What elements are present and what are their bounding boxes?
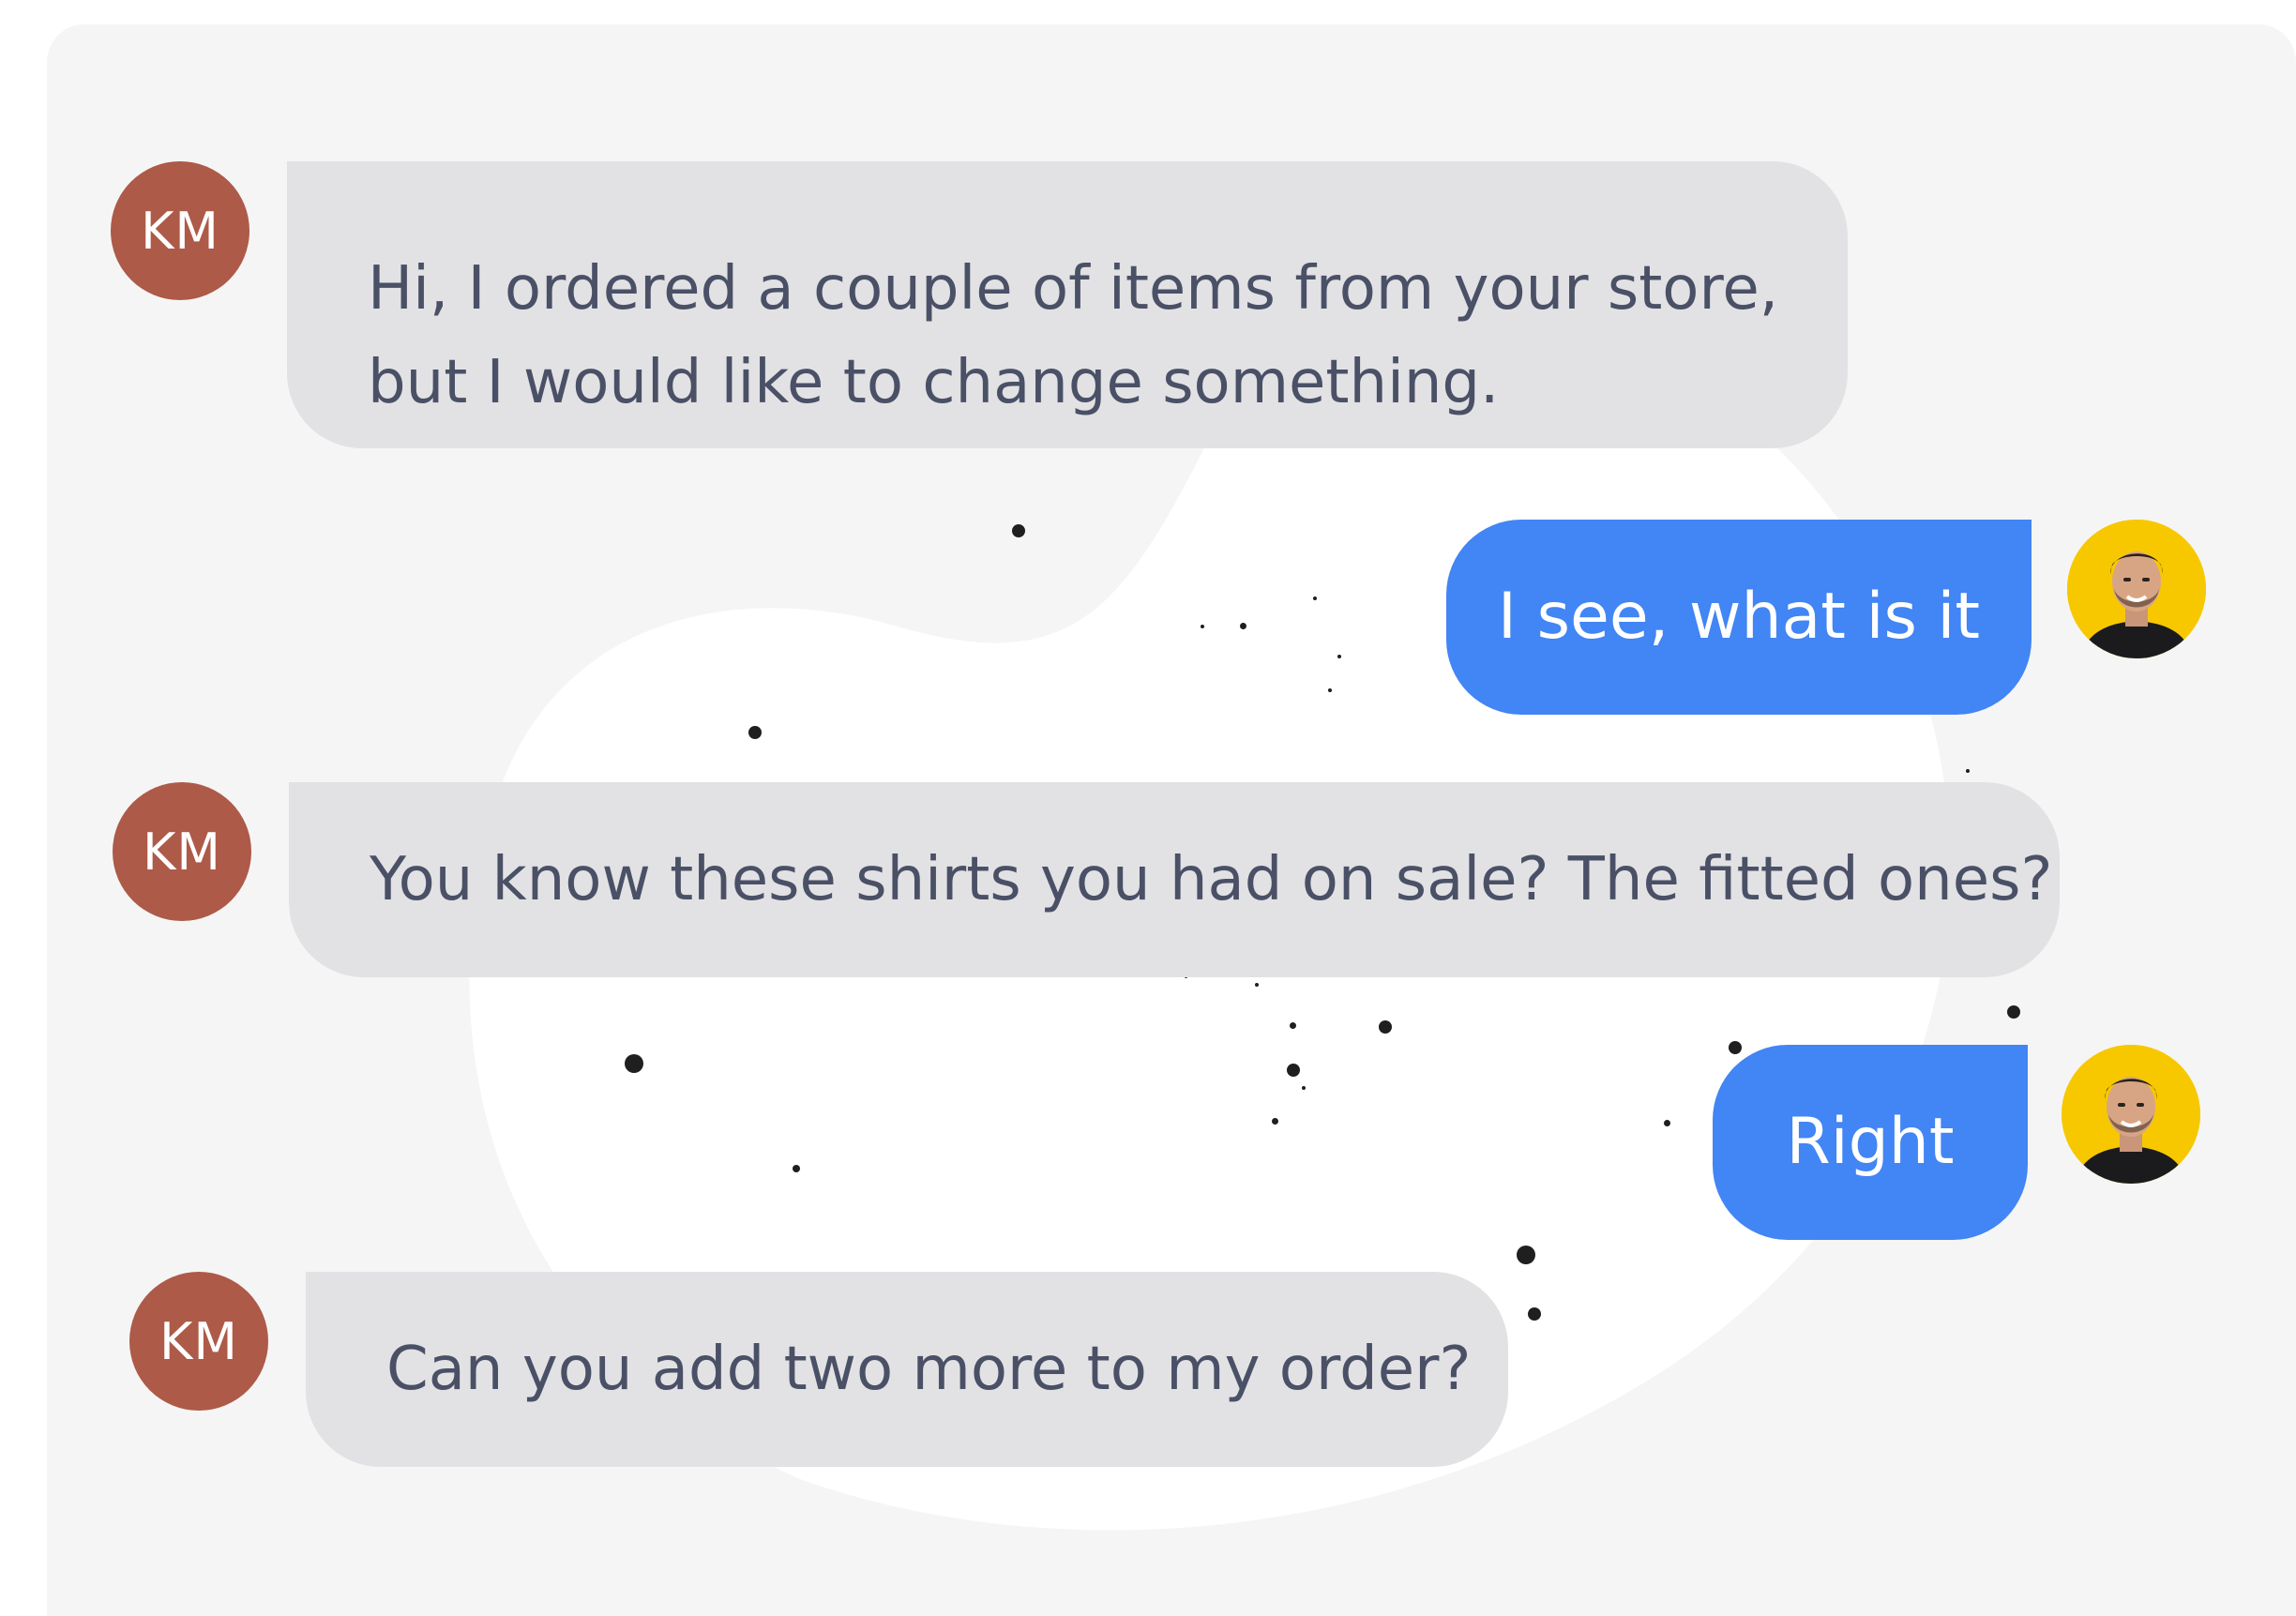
- message-text: Right: [1786, 1105, 1955, 1179]
- customer-message-bubble: Can you add two more to my order?: [306, 1272, 1508, 1467]
- decorative-dot: [1272, 1118, 1278, 1125]
- agent-message-bubble: Right: [1713, 1045, 2028, 1240]
- message-text: You know these shirts you had on sale? T…: [370, 845, 2053, 914]
- agent-message-bubble: I see, what is it: [1446, 520, 2032, 715]
- message-text-line: Hi, I ordered a couple of items from you…: [368, 254, 1779, 324]
- decorative-dot: [1240, 623, 1246, 629]
- customer-message-bubble: You know these shirts you had on sale? T…: [289, 782, 2060, 977]
- message-text: I see, what is it: [1497, 580, 1981, 654]
- decorative-dot: [1313, 597, 1317, 600]
- customer-avatar: KM: [113, 782, 251, 921]
- decorative-dot: [1201, 625, 1204, 628]
- decorative-dot: [1337, 655, 1341, 658]
- decorative-dot: [793, 1165, 800, 1172]
- customer-message-bubble: Hi, I ordered a couple of items from you…: [287, 161, 1848, 448]
- decorative-dot: [1328, 688, 1332, 692]
- decorative-dot: [1664, 1120, 1670, 1126]
- message-text-line: but I would like to change something.: [368, 348, 1500, 417]
- agent-avatar-photo-icon: [2067, 520, 2206, 658]
- decorative-dot: [1302, 1086, 1306, 1090]
- decorative-dot: [1729, 1041, 1742, 1054]
- customer-avatar: KM: [111, 161, 249, 300]
- decorative-dot: [1012, 524, 1025, 537]
- message-text: Can you add two more to my order?: [386, 1335, 1472, 1404]
- decorative-dot: [625, 1054, 643, 1073]
- decorative-dot: [1287, 1064, 1300, 1077]
- decorative-dot: [748, 726, 762, 739]
- decorative-dot: [1528, 1307, 1541, 1321]
- decorative-dot: [1379, 1020, 1392, 1034]
- decorative-dot: [1966, 769, 1970, 773]
- decorative-dot: [2007, 1005, 2020, 1019]
- avatar-initials: KM: [140, 201, 219, 261]
- avatar-initials: KM: [159, 1311, 238, 1371]
- decorative-dot: [1255, 983, 1259, 987]
- agent-avatar-photo-icon: [2062, 1045, 2200, 1184]
- decorative-dot: [1290, 1022, 1296, 1029]
- decorative-dot: [1517, 1246, 1535, 1264]
- avatar-initials: KM: [142, 822, 221, 882]
- customer-avatar: KM: [129, 1272, 268, 1411]
- chat-panel: KM Hi, I ordered a couple of items from …: [47, 24, 2296, 1616]
